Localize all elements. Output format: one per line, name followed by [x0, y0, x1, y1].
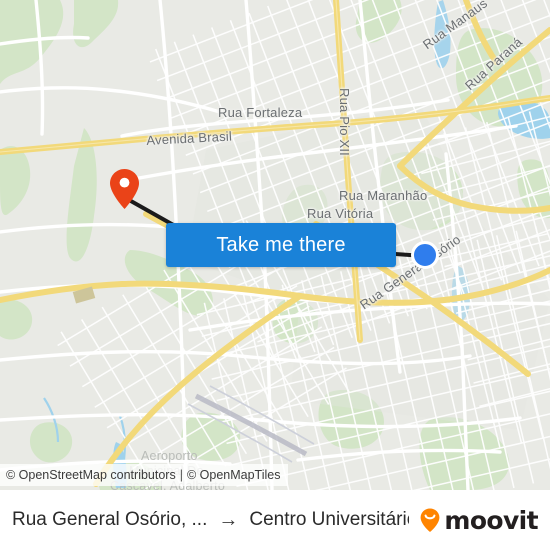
- take-me-there-label: Take me there: [216, 233, 346, 256]
- map-canvas[interactable]: Rua Manaus Rua Paraná Rua Fortaleza Rua …: [0, 0, 550, 490]
- trip-destination-label: Centro Universitário De Ca...: [249, 509, 410, 530]
- moovit-wordmark: moovit: [444, 505, 538, 535]
- attribution-openmaptiles[interactable]: © OpenMapTiles: [187, 468, 281, 482]
- moovit-pin-icon: [420, 508, 440, 532]
- map-attribution: © OpenStreetMap contributors | © OpenMap…: [0, 464, 289, 486]
- moovit-logo[interactable]: moovit: [417, 505, 539, 535]
- footer-bar: Rua General Osório, ... → Centro Univers…: [0, 490, 550, 550]
- trip-origin-label: Rua General Osório, ...: [12, 509, 208, 530]
- destination-dot-marker[interactable]: [411, 241, 439, 269]
- attribution-separator: |: [179, 468, 183, 482]
- trip-summary: Rua General Osório, ... → Centro Univers…: [12, 509, 409, 531]
- attribution-osm[interactable]: © OpenStreetMap contributors: [6, 468, 176, 482]
- origin-pin-icon[interactable]: [110, 169, 139, 209]
- take-me-there-button[interactable]: Take me there: [166, 223, 396, 267]
- arrow-right-icon: →: [218, 509, 239, 531]
- moovit-trip-map-screen: Rua Manaus Rua Paraná Rua Fortaleza Rua …: [0, 0, 550, 550]
